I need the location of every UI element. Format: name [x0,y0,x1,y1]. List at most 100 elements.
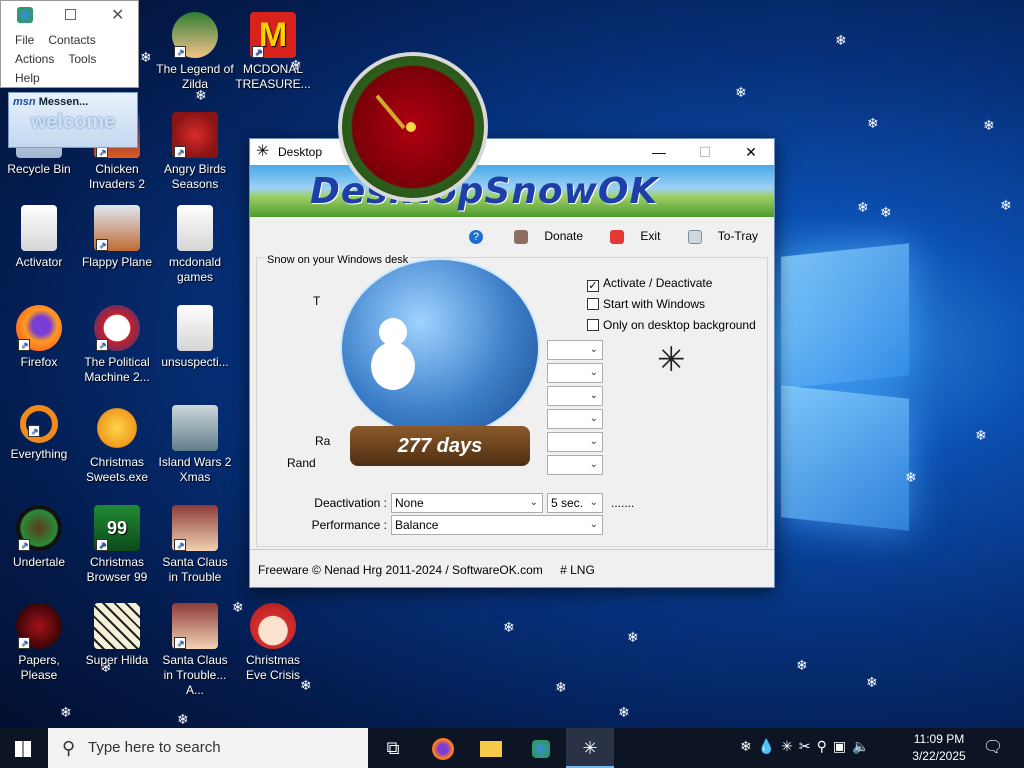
notification-button[interactable]: 🗨 [970,728,1016,768]
taskbar-messenger[interactable] [518,728,564,768]
checkbox-box: ✓ [587,280,599,292]
game-icon: ↗ [172,12,218,58]
combo-5[interactable]: ⌄ [547,432,603,452]
icon-label: MCDONAL TREASURE... [235,62,311,91]
firefox-icon [432,738,454,761]
icon-label: The Political Machine 2... [84,355,150,384]
game-icon: ↗ [172,603,218,649]
desktop-icon-everything[interactable]: ↗ Everything [0,405,78,462]
deactivation-time-select[interactable]: 5 sec. ⌄ [547,493,603,513]
close-button[interactable]: ✕ [728,139,774,165]
taskbar-desktopsnowok[interactable]: ✳ [566,728,614,768]
window-titlebar[interactable]: ✳ Desktop — ☐ ✕ [250,139,774,165]
tools-tray-icon[interactable]: ✂ [799,738,817,754]
icon-label: mcdonald games [168,255,222,284]
tray-icon [687,229,702,244]
app-banner: DesktopSnowOK [250,165,774,217]
msn-welcome: welcome [30,111,116,133]
icon-label: Super Hilda [85,653,149,667]
deactivation-select[interactable]: None ⌄ [391,493,543,513]
clock-hands-icon [375,94,406,130]
desktop-icon-legend-of-zilda[interactable]: ↗ The Legend of Zilda [156,12,234,92]
snowflake-app-icon: ✳ [256,143,270,160]
msn-messenger-widget[interactable]: msn Messen... welcome [8,92,138,148]
icon-label: Chicken Invaders 2 [88,162,146,191]
menu-file[interactable]: File [15,33,34,47]
msn-logo: msn [13,96,36,108]
desktop-icon-activator[interactable]: Activator [0,205,78,270]
icon-label: Santa Claus in Trouble [162,555,228,584]
desktop-icon-christmas-eve-crisis[interactable]: Christmas Eve Crisis [234,603,312,683]
to-tray-button[interactable]: To-Tray [676,229,758,244]
minimize-button[interactable]: — [636,139,682,165]
combo-1[interactable]: ⌄ [547,340,603,360]
start-button[interactable] [0,728,46,768]
combo-3[interactable]: ⌄ [547,386,603,406]
network-tray-icon[interactable]: ▣ [833,738,852,754]
combo-2[interactable]: ⌄ [547,363,603,383]
snowflake-tray-icon[interactable]: ❄ [740,738,758,754]
close-icon[interactable]: ✕ [111,5,124,25]
system-tray: ❄💧✳✂⚲▣🔈 [740,738,876,755]
desktop-icon-mcdonald-games[interactable]: mcdonald games [156,205,234,285]
start-with-windows-checkbox[interactable]: Start with Windows [587,297,705,311]
messenger-window[interactable]: ✕ File Contacts Actions Tools Help [0,0,139,88]
desktop-icon-angry-birds-seasons[interactable]: ↗ Angry Birds Seasons [156,112,234,192]
desktop-icon-unsuspecti[interactable]: unsuspecti... [156,305,234,370]
taskbar-firefox[interactable] [420,728,466,768]
deactivation-label: Deactivation : [314,496,387,510]
menu-tools[interactable]: Tools [68,52,96,66]
folder-icon [480,741,502,758]
coffee-icon [514,229,529,244]
label-ra: Ra [315,434,331,448]
game-icon: ↗ [172,112,218,158]
combo-6[interactable]: ⌄ [547,455,603,475]
desktop-icon-firefox[interactable]: ↗ Firefox [0,305,78,370]
search-tray-icon[interactable]: ⚲ [817,738,833,754]
messenger-titlebar[interactable]: ✕ [1,1,138,31]
task-view-button[interactable]: ⧉ [370,728,416,768]
exit-button[interactable]: Exit [598,229,660,244]
desktop-icon-christmas-browser-99[interactable]: 99 ↗ Christmas Browser 99 [78,505,156,585]
game-icon: ↗ [172,505,218,551]
help-button[interactable]: ? [457,229,487,244]
desktop-icon-santa-claus-in-trouble-a[interactable]: ↗ Santa Claus in Trouble... A... [156,603,234,698]
desktop-icon-christmas-sweets[interactable]: Christmas Sweets.exe [78,405,156,485]
desktop-icon-mcdonal-treasure[interactable]: M ↗ MCDONAL TREASURE... [234,12,312,92]
footer: Freeware © Nenad Hrg 2011-2024 / Softwar… [258,563,595,577]
desktop-icon-political-machine[interactable]: ↗ The Political Machine 2... [78,305,156,385]
taskbar-file-explorer[interactable] [468,728,514,768]
performance-select[interactable]: Balance ⌄ [391,515,603,535]
maximize-icon[interactable] [65,9,76,20]
snow-tray-icon[interactable]: ✳ [781,738,799,754]
menu-contacts[interactable]: Contacts [48,33,95,47]
snow-globe: 277 days [340,258,540,478]
activate-checkbox[interactable]: ✓ Activate / Deactivate [587,276,712,292]
search-box[interactable]: ⚲ Type here to search [48,728,368,768]
firefox-icon: ↗ [16,305,62,351]
language-link[interactable]: # LNG [560,563,595,577]
drop-tray-icon[interactable]: 💧 [758,738,781,754]
desktop-icon-island-wars-2[interactable]: Island Wars 2 Xmas [156,405,234,485]
combo-4[interactable]: ⌄ [547,409,603,429]
desktop-icon-santa-claus-in-trouble[interactable]: ↗ Santa Claus in Trouble [156,505,234,585]
everything-icon: ↗ [20,405,58,443]
folder-icon [21,205,57,251]
only-desktop-checkbox[interactable]: Only on desktop background [587,318,756,332]
maximize-button[interactable]: ☐ [682,139,728,165]
menu-help[interactable]: Help [15,71,40,85]
checkbox-box [587,319,599,331]
volume-icon[interactable]: 🔈 [852,738,875,754]
clock[interactable]: 11:09 PM 3/22/2025 [908,731,970,765]
desktop-icon-super-hilda[interactable]: Super Hilda [78,603,156,668]
menu-actions[interactable]: Actions [15,52,54,66]
desktop-icon-flappy-plane[interactable]: ↗ Flappy Plane [78,205,156,270]
snowflake-preview-icon: ✳ [657,341,686,379]
windows-icon [15,741,31,758]
globe-base: 277 days [350,426,530,466]
donate-button[interactable]: Donate [502,229,583,244]
copyright-link[interactable]: Freeware © Nenad Hrg 2011-2024 / Softwar… [258,563,543,577]
desktop-icon-papers-please[interactable]: ↗ Papers, Please [0,603,78,683]
desktop-icon-undertale[interactable]: ↗ Undertale [0,505,78,570]
app-toolbar: ? Donate Exit To-Tray [445,229,758,244]
